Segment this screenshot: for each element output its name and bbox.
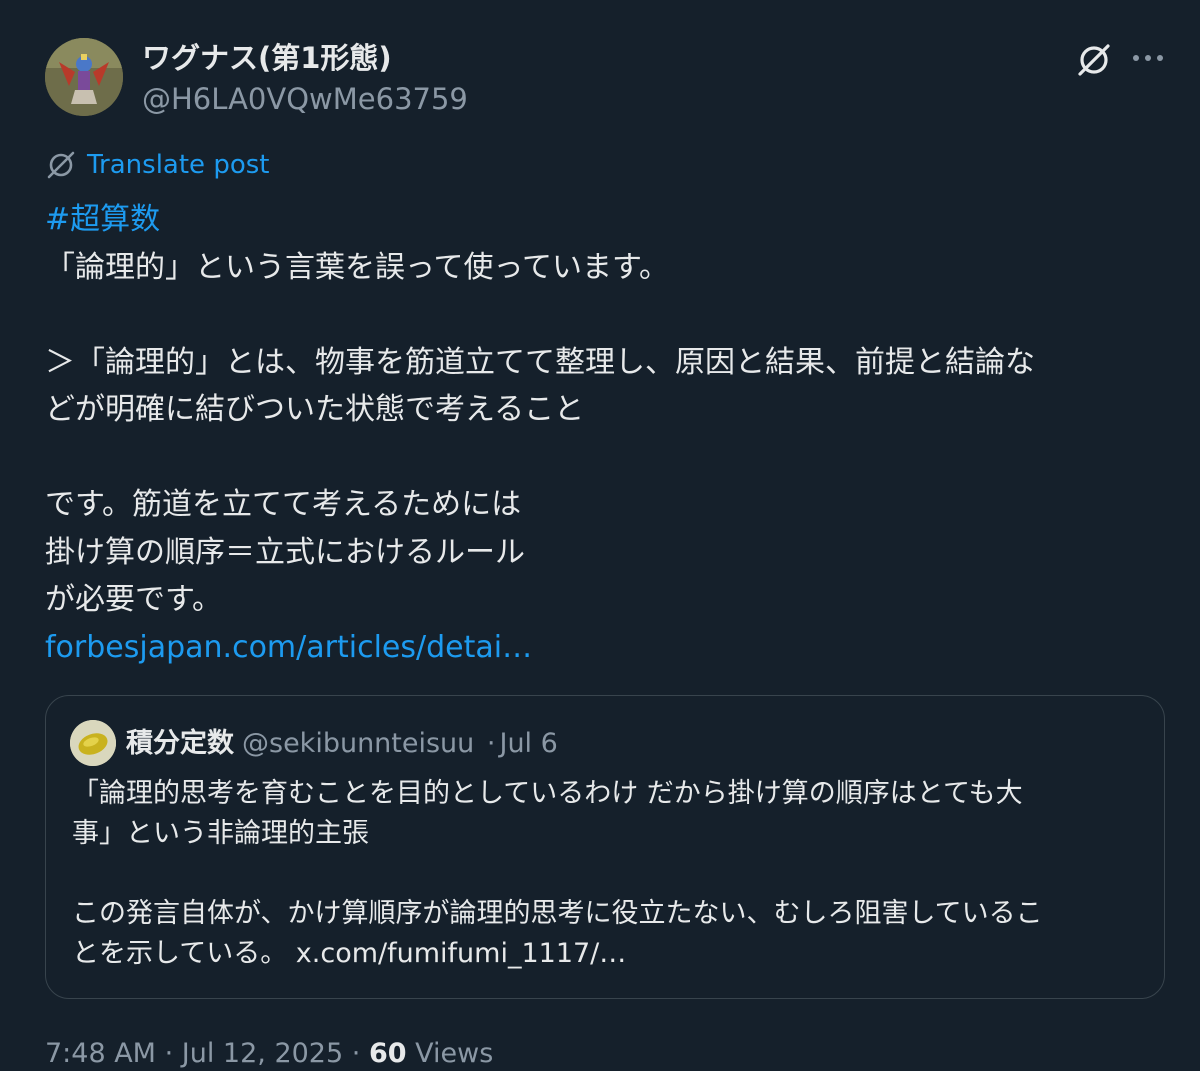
views-label: Views [415,1038,494,1069]
post-meta: 7:48 AM · Jul 12, 2025 · 60 Views [45,1034,493,1071]
translate-label: Translate post [87,150,270,180]
translate-post-button[interactable]: Translate post [45,146,269,184]
translate-icon [47,151,75,179]
more-icon[interactable] [1128,40,1168,80]
hashtag-link[interactable]: #超算数 [45,196,1170,244]
quoted-author-name[interactable]: 積分定数 [126,728,234,759]
quoted-line: とを示している。 x.com/fumifumi_1117/… [72,934,1142,974]
post-line: が必要です。 [45,582,222,617]
quoted-author-avatar[interactable] [70,720,116,766]
quoted-line-text: とを示している。 [72,938,288,969]
quoted-line: 事」という非論理的主張 [72,818,369,849]
quoted-post-text: 「論理的思考を育むことを目的としているわけ だから掛け算の順序はとても大 事」と… [72,774,1142,974]
post-line: 「論理的」という言葉を誤って使っています。 [45,249,669,285]
post-line: 掛け算の順序＝立式におけるルール [45,534,525,570]
post-blank-line [45,434,1170,482]
quoted-author-handle[interactable]: @sekibunnteisuu [242,728,474,759]
post-time[interactable]: 7:48 AM [45,1038,156,1069]
post-text: #超算数 「論理的」という言葉を誤って使っています。 ＞「論理的」とは、物事を筋… [45,196,1170,671]
post-blank-line [45,291,1170,339]
post-detail: ワグナス(第1形態) @H6LA0VQwMe63759 Translate po… [0,0,1200,1071]
quoted-post-header: 積分定数 @sekibunnteisuu · Jul 6 [126,724,558,764]
quoted-line: この発言自体が、かけ算順序が論理的思考に役立たない、むしろ阻害しているこ [72,898,1043,929]
post-date[interactable]: Jul 12, 2025 [182,1038,343,1069]
avatar-image [45,38,123,116]
post-line: です。筋道を立てて考えるためには [45,487,522,522]
separator-dot: · [486,728,496,759]
quoted-post-date[interactable]: Jul 6 [499,728,557,759]
post-line: どが明確に結びついた状態で考えること [45,392,585,427]
post-line: ＞「論理的」とは、物事を筋道立てて整理し、原因と結果、前提と結論な [45,344,1035,380]
quoted-post-link[interactable]: x.com/fumifumi_1117/… [296,938,626,969]
author-display-name[interactable]: ワグナス(第1形態) [142,38,392,78]
quoted-line: 「論理的思考を育むことを目的としているわけ だから掛け算の順序はとても大 [72,778,1023,809]
separator-dot: · [351,1038,361,1069]
grok-icon[interactable] [1074,40,1114,80]
user-avatar[interactable] [45,38,123,116]
views-count: 60 [368,1038,407,1069]
article-link[interactable]: forbesjapan.com/articles/detai… [45,624,1170,672]
author-handle[interactable]: @H6LA0VQwMe63759 [142,79,468,119]
separator-dot: · [164,1038,174,1069]
quoted-post-card[interactable]: 積分定数 @sekibunnteisuu · Jul 6 「論理的思考を育むことを目… [45,695,1165,999]
quoted-blank-line [72,854,1142,894]
